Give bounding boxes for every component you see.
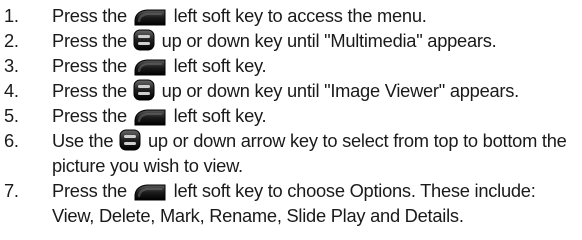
step-text-before: Press the bbox=[52, 180, 127, 201]
step-text-after: up or down key until "Multimedia" appear… bbox=[161, 30, 497, 51]
step-text-after: left soft key. bbox=[173, 105, 267, 126]
step-text-before: Press the bbox=[52, 105, 127, 126]
step-4: 4. Press the up or down key until "Image… bbox=[0, 78, 582, 103]
step-number: 2. bbox=[4, 30, 19, 51]
step-6: 6. Use the up or down arrow key to selec… bbox=[0, 128, 582, 178]
navigation-key-icon bbox=[133, 79, 155, 101]
step-5: 5. Press the left soft key. bbox=[0, 103, 582, 128]
step-number: 6. bbox=[4, 130, 19, 151]
left-soft-key-icon bbox=[133, 183, 167, 201]
step-text-before: Use the bbox=[52, 130, 114, 151]
step-text-before: Press the bbox=[52, 80, 127, 101]
step-text-after: up or down key until "Image Viewer" appe… bbox=[161, 80, 520, 101]
step-7: 7. Press the left soft key to choose Opt… bbox=[0, 178, 582, 228]
step-number: 3. bbox=[4, 55, 19, 76]
step-text-before: Press the bbox=[52, 5, 127, 26]
step-number: 1. bbox=[4, 5, 19, 26]
step-1: 1. Press the left soft key to access the… bbox=[0, 3, 582, 28]
instruction-list: 1. Press the left soft key to access the… bbox=[0, 0, 582, 240]
step-number: 5. bbox=[4, 105, 19, 126]
step-text-before: Press the bbox=[52, 30, 127, 51]
left-soft-key-icon bbox=[133, 108, 167, 126]
left-soft-key-icon bbox=[133, 8, 167, 26]
step-number: 7. bbox=[4, 180, 19, 201]
step-text-after: left soft key to access the menu. bbox=[173, 5, 427, 26]
navigation-key-icon bbox=[119, 129, 141, 151]
navigation-key-icon bbox=[133, 29, 155, 51]
left-soft-key-icon bbox=[133, 58, 167, 76]
step-3: 3. Press the left soft key. bbox=[0, 53, 582, 78]
step-text-after: left soft key. bbox=[173, 55, 267, 76]
step-number: 4. bbox=[4, 80, 19, 101]
step-text-before: Press the bbox=[52, 55, 127, 76]
step-2: 2. Press the up or down key until "Multi… bbox=[0, 28, 582, 53]
